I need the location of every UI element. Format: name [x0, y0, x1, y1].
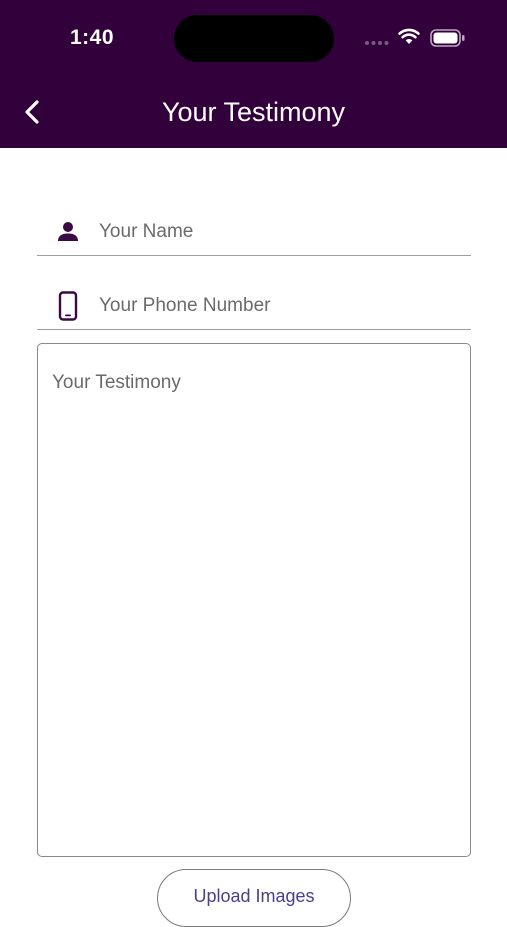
upload-images-button[interactable]: Upload Images — [157, 869, 351, 927]
testimony-input[interactable] — [52, 372, 452, 842]
wifi-icon — [398, 28, 420, 44]
testimony-box[interactable] — [37, 343, 471, 857]
name-field[interactable] — [37, 209, 471, 256]
status-time: 1:40 — [70, 26, 115, 49]
name-input[interactable] — [99, 217, 459, 247]
dynamic-island — [174, 15, 334, 62]
phone-input[interactable] — [99, 291, 459, 321]
cellular-signal-icon — [365, 41, 389, 45]
phone-field[interactable] — [37, 283, 471, 330]
person-icon — [55, 219, 81, 245]
app-bar: 1:40 Your Testimony — [0, 0, 507, 148]
page-title: Your Testimony — [161, 97, 346, 127]
smartphone-icon — [55, 291, 81, 321]
battery-icon — [430, 29, 465, 47]
